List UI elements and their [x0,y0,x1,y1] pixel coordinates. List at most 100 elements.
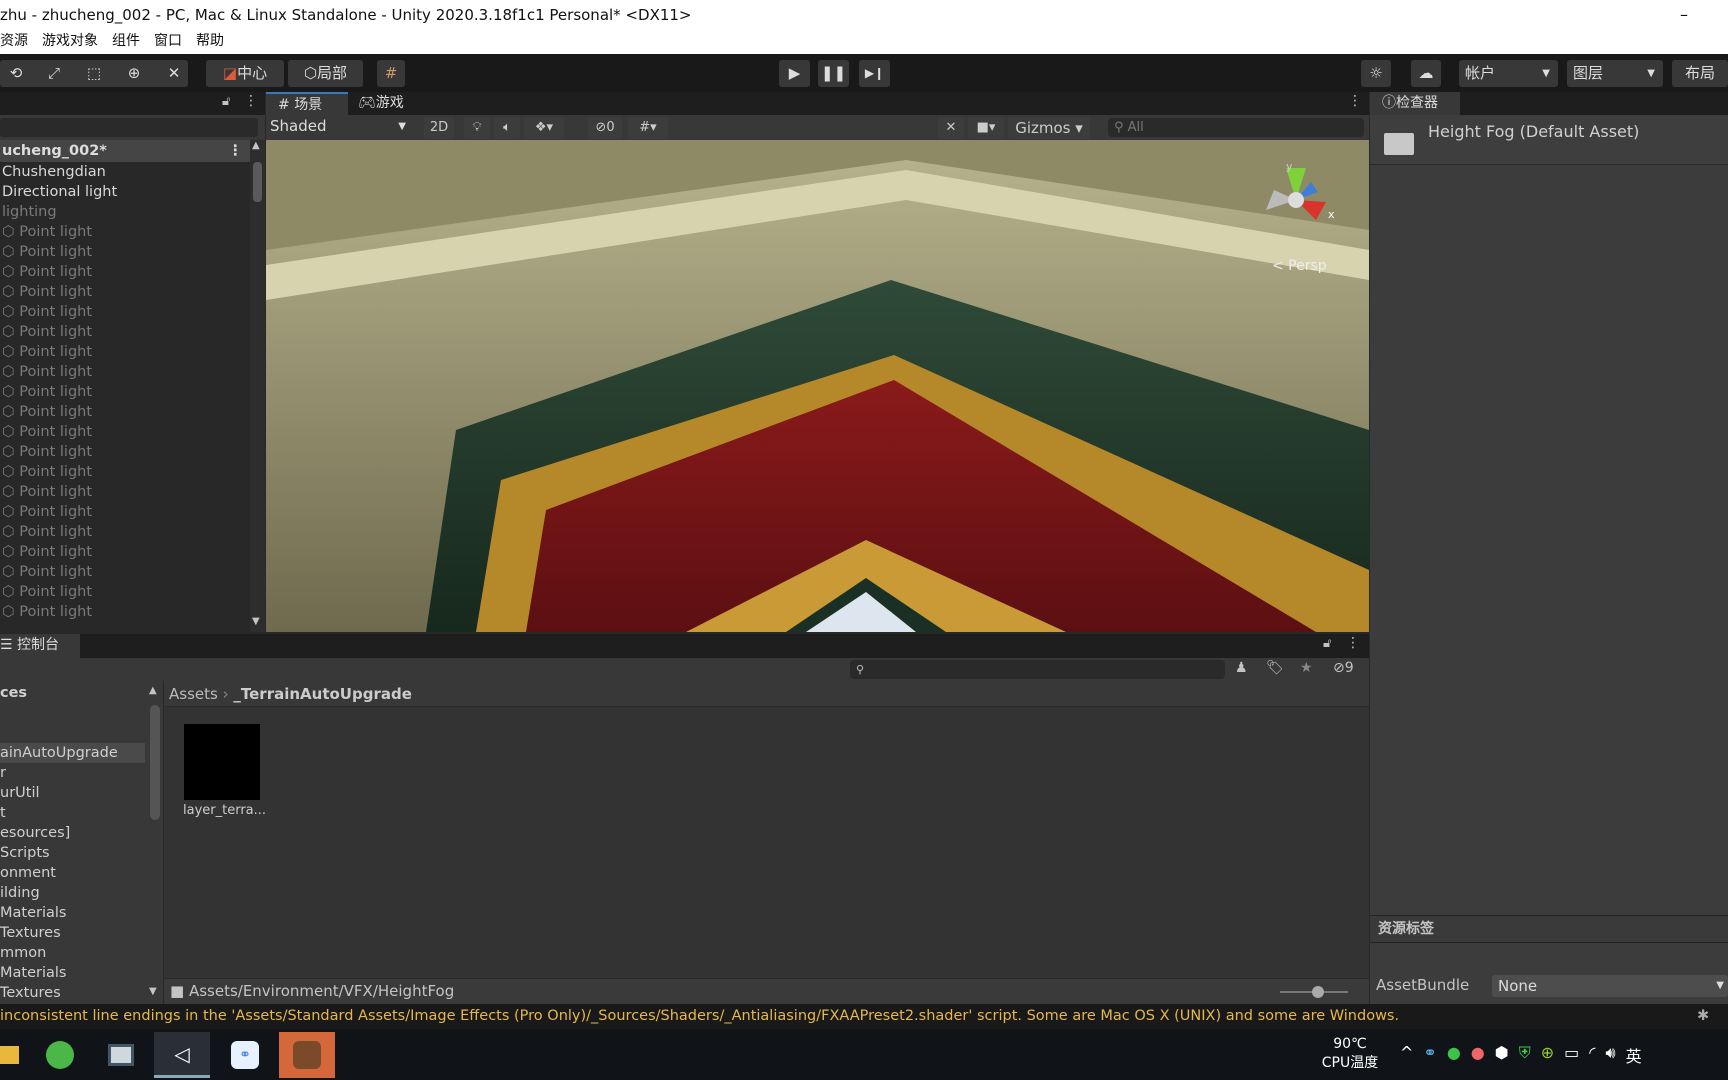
hierarchy-item[interactable]: ⬡ Point light [0,502,265,522]
file-explorer-icon[interactable] [0,1032,36,1078]
volume-icon[interactable]: 🔊︎ [1605,1043,1615,1067]
local-button[interactable]: ⬡局部 [288,60,363,87]
rect-tool-icon[interactable]: ⬚ [80,60,108,87]
filter-type-icon[interactable]: ♟ [1235,660,1248,676]
more-icon[interactable]: ⋮ [244,93,258,109]
scroll-down-icon[interactable]: ▼ [149,986,157,997]
app-icon[interactable] [93,1032,149,1078]
scrollbar-thumb[interactable] [253,162,262,202]
ime-indicator[interactable]: 英 [1626,1043,1642,1067]
hierarchy-item[interactable]: ⬡ Point light [0,422,265,442]
play-icon[interactable]: ▶ [779,60,810,87]
effects-icon[interactable]: ❖▾ [524,117,564,139]
tools-icon[interactable]: ✕ [938,117,964,139]
hierarchy-item[interactable]: ⬡ Point light [0,542,265,562]
folder-tree-item[interactable]: esources] [0,823,145,843]
folder-tree-item[interactable]: urUtil [0,783,145,803]
grid-snap-icon[interactable]: #▾ [628,117,668,139]
favorite-star-icon[interactable]: ★ [1300,660,1313,676]
folder-tree-item[interactable]: ces [0,683,145,703]
folder-tree-item[interactable]: mmon [0,943,145,963]
menu-help[interactable]: 帮助 [196,30,224,54]
orientation-gizmo[interactable]: y x [1256,160,1346,240]
baidu-netdisk-icon[interactable]: ⚭ [217,1032,273,1078]
menu-component[interactable]: 组件 [112,30,140,54]
hierarchy-item[interactable]: ⬡ Point light [0,362,265,382]
wechat-icon[interactable]: ● [1447,1043,1461,1067]
qq-icon[interactable]: ● [1471,1043,1485,1067]
account-dropdown[interactable]: 帐户 ▼ [1459,60,1558,87]
folder-tree-item[interactable]: Scripts [0,843,145,863]
hierarchy-item[interactable]: ⬡ Point light [0,382,265,402]
battery-icon[interactable]: ▭ [1564,1043,1579,1067]
scene-header[interactable]: ucheng_002* ⋮ [0,140,250,162]
pivot-button[interactable]: ◪中心 [206,60,284,87]
more-icon[interactable]: ⋮ [1348,93,1362,109]
breadcrumb-current[interactable]: _TerrainAutoUpgrade [233,685,412,703]
hierarchy-scrollbar[interactable]: ▲ ▼ [250,140,265,632]
audio-icon[interactable]: 🔈︎ [494,117,520,139]
scene-search-input[interactable]: ⚲ All [1108,118,1364,137]
lock-icon[interactable]: 🔓︎ [222,94,230,109]
asset-label[interactable]: layer_terra... [183,803,266,818]
tab-console[interactable]: ☰ 控制台 [0,634,80,658]
hierarchy-item[interactable]: ⬡ Point light [0,602,265,622]
hierarchy-item[interactable]: ⬡ Point light [0,262,265,282]
hierarchy-item[interactable]: Chushengdian [0,162,265,182]
lock-icon[interactable]: 🔓︎ [1323,636,1331,651]
tab-game[interactable]: 🎮︎游戏 [358,92,404,115]
project-search-input[interactable]: ⚲ [850,660,1225,679]
custom-tool-icon[interactable]: ✕ [160,60,188,87]
services-icon[interactable]: ☼ [1361,60,1391,87]
folder-tree-item[interactable]: Materials [0,903,145,923]
hierarchy-item[interactable]: ⬡ Point light [0,222,265,242]
label-icon[interactable]: 🏷︎ [1266,660,1284,676]
2d-toggle[interactable]: 2D [424,117,454,139]
folder-tree-item[interactable] [0,723,145,743]
scene-view[interactable]: y x < Persp [266,140,1369,632]
folder-tree-item[interactable]: t [0,803,145,823]
scrollbar-thumb[interactable] [150,705,160,820]
asset-thumbnail[interactable] [184,724,260,800]
folder-tree-item[interactable]: Materials [0,963,145,983]
scroll-down-icon[interactable]: ▼ [252,616,260,627]
scroll-up-icon[interactable]: ▲ [252,140,260,151]
hierarchy-item[interactable]: lighting [0,202,265,222]
folder-tree-item[interactable] [0,703,145,723]
hierarchy-search-input[interactable] [0,118,258,137]
plus-app-icon[interactable]: ⊕ [1541,1043,1554,1067]
wifi-icon[interactable]: ◜ [1589,1043,1595,1067]
minimize-button[interactable]: – [1680,0,1688,30]
more-icon[interactable]: ⋮ [228,140,243,162]
assetbundle-dropdown[interactable]: None ▼ [1492,975,1728,997]
hierarchy-item[interactable]: ⬡ Point light [0,562,265,582]
layers-dropdown[interactable]: 图层 ▼ [1567,60,1663,87]
menu-assets[interactable]: 资源 [0,30,28,54]
security-shield-icon[interactable]: ⛨ [1519,1043,1531,1067]
folder-tree-item[interactable]: onment [0,863,145,883]
perspective-label[interactable]: < Persp [1272,258,1327,274]
hierarchy-item[interactable]: ⬡ Point light [0,462,265,482]
menu-gameobject[interactable]: 游戏对象 [42,30,98,54]
hierarchy-item[interactable]: ⬡ Point light [0,482,265,502]
hierarchy-item[interactable]: ⬡ Point light [0,402,265,422]
hidden-objects-toggle[interactable]: ⊘0 [588,117,622,139]
hierarchy-item[interactable]: ⬡ Point light [0,442,265,462]
browser-icon[interactable] [32,1032,88,1078]
tab-inspector[interactable]: ⓘ检查器 [1370,92,1460,115]
folder-tree-item[interactable]: Textures [0,923,145,943]
menu-window[interactable]: 窗口 [154,30,182,54]
folder-tree-item[interactable]: r [0,763,145,783]
breadcrumb-assets[interactable]: Assets [169,685,218,703]
layout-dropdown[interactable]: 布局 [1672,60,1728,87]
chevron-up-icon[interactable]: ^ [1400,1043,1413,1067]
slider-handle[interactable] [1312,986,1324,998]
scroll-up-icon[interactable]: ▲ [149,685,157,696]
gizmos-dropdown[interactable]: Gizmos ▾ [1008,117,1090,139]
hidden-packages-toggle[interactable]: ⊘9 [1333,660,1354,676]
hierarchy-item[interactable]: ⬡ Point light [0,242,265,262]
tab-scene[interactable]: # 场景 [266,92,348,115]
status-bar[interactable]: inconsistent line endings in the 'Assets… [0,1004,1728,1029]
folder-tree-item[interactable]: ilding [0,883,145,903]
lighting-icon[interactable]: 💡︎ [464,117,490,139]
